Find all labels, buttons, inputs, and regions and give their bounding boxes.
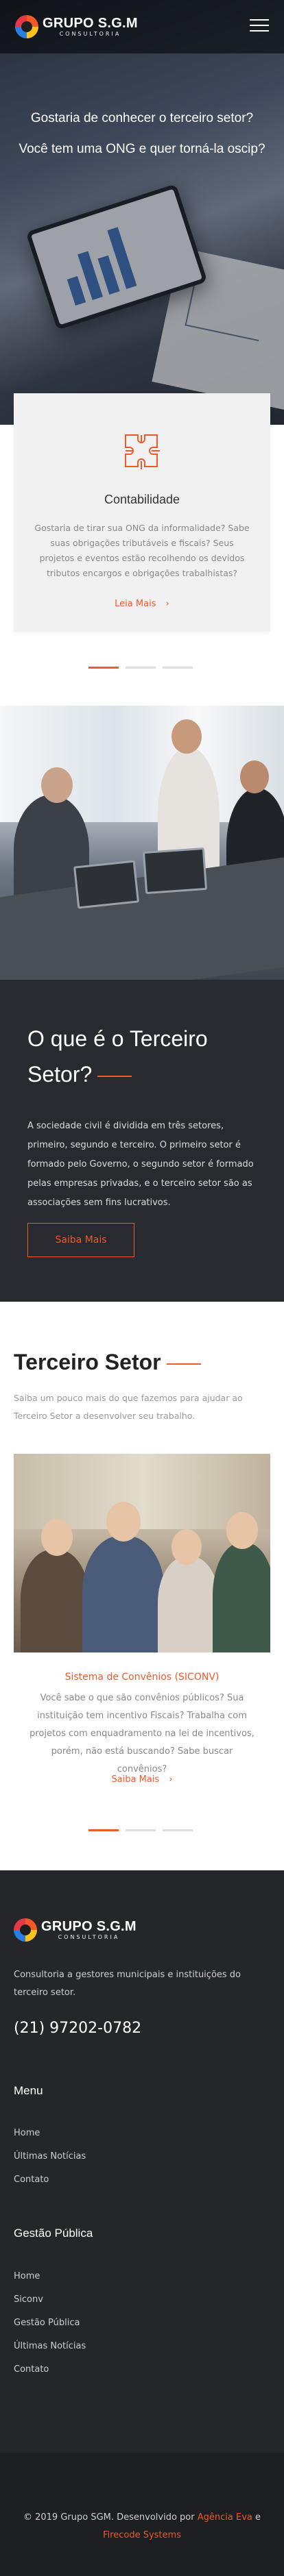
ts-description: Você sabe o que são convênios públicos? … — [29, 1693, 255, 1774]
copyright-prefix: © 2019 Grupo SGM. Desenvolvido por — [23, 2512, 195, 2523]
carousel-dot-1[interactable] — [88, 667, 119, 669]
agency-eva-link[interactable]: Agência Eva — [198, 2512, 252, 2523]
about-text: A sociedade civil é dividida em três set… — [27, 1121, 254, 1208]
footer-gestao-title: Gestão Pública — [14, 2227, 93, 2240]
footer-gestao-news[interactable]: Últimas Notícias — [14, 2335, 86, 2358]
hero-line-2: Você tem uma ONG e quer torná-la oscip? — [19, 142, 265, 156]
footer-about: Consultoria a gestores municipais e inst… — [14, 1970, 241, 1998]
footer-menu-home[interactable]: Home — [14, 2122, 86, 2145]
header-logo[interactable]: GRUPO S.G.M CONSULTORIA — [15, 15, 138, 38]
saiba-mais-button[interactable]: Saiba Mais — [27, 1223, 134, 1257]
title-accent-line — [97, 1075, 132, 1077]
carousel-dot-3[interactable] — [163, 1829, 193, 1831]
ts-saiba-mais-link[interactable]: Saiba Mais › — [0, 1774, 284, 1785]
footer-brand-tagline: CONSULTORIA — [58, 1934, 120, 1940]
hero-line-1: Gostaria de conhecer o terceiro setor? — [30, 111, 254, 125]
footer-menu-contact[interactable]: Contato — [14, 2168, 86, 2192]
ts-title-accent-line — [166, 1363, 201, 1365]
logo-mark-icon — [15, 15, 38, 38]
service-card-contabilidade: Contabilidade Gostaria de tirar sua ONG … — [14, 393, 270, 632]
copyright-bar: © 2019 Grupo SGM. Desenvolvido por Agênc… — [0, 2453, 284, 2576]
read-more-label: Leia Mais — [115, 599, 156, 609]
footer-logo[interactable]: GRUPO S.G.M CONSULTORIA — [14, 1918, 137, 1942]
carousel-dot-1[interactable] — [88, 1829, 119, 1831]
footer-gestao-list: Home Siconv Gestão Pública Últimas Notíc… — [14, 2265, 86, 2381]
site-footer: GRUPO S.G.M CONSULTORIA Consultoria a ge… — [0, 1870, 284, 2453]
terceiro-setor-section: Terceiro Setor Saiba um pouco mais do qu… — [0, 1302, 284, 1863]
about-third-sector-section: O que é o Terceiro Setor? A sociedade ci… — [0, 980, 284, 1302]
copyright-and: e — [255, 2512, 261, 2523]
firecode-link[interactable]: Firecode Systems — [103, 2530, 181, 2540]
logo-mark-icon — [14, 1918, 37, 1942]
top-navbar: GRUPO S.G.M CONSULTORIA — [0, 0, 284, 53]
footer-menu-title: Menu — [14, 2084, 43, 2097]
ts-caption[interactable]: Sistema de Convênios (SICONV) — [0, 1672, 284, 1683]
chevron-right-icon: › — [165, 599, 169, 609]
office-photo — [0, 706, 284, 980]
ts-saiba-mais-label: Saiba Mais — [111, 1774, 160, 1785]
carousel-dots-2 — [88, 1829, 193, 1831]
card-text: Gostaria de tirar sua ONG da informalida… — [34, 523, 250, 578]
carousel-dots-1 — [88, 667, 193, 669]
team-meeting-photo — [14, 1454, 270, 1652]
about-title: O que é o Terceiro Setor? — [27, 1021, 233, 1092]
ts-intro: Saiba um pouco mais do que fazemos para … — [14, 1393, 243, 1421]
footer-menu-news[interactable]: Últimas Notícias — [14, 2145, 86, 2168]
footer-gestao-siconv[interactable]: Siconv — [14, 2288, 86, 2312]
ts-title: Terceiro Setor — [14, 1350, 201, 1375]
brand-name: GRUPO S.G.M — [43, 16, 138, 31]
footer-menu-list: Home Últimas Notícias Contato — [14, 2122, 86, 2192]
carousel-dot-2[interactable] — [126, 667, 156, 669]
about-title-text: O que é o Terceiro Setor? — [27, 1026, 208, 1087]
ts-title-text: Terceiro Setor — [14, 1350, 161, 1374]
card-title: Contabilidade — [104, 493, 180, 506]
footer-gestao-contact[interactable]: Contato — [14, 2358, 86, 2381]
brand-tagline: CONSULTORIA — [59, 31, 121, 37]
footer-phone[interactable]: (21) 97202-0782 — [14, 2020, 141, 2037]
carousel-dot-3[interactable] — [163, 667, 193, 669]
footer-gestao-gestao-publica[interactable]: Gestão Pública — [14, 2312, 86, 2335]
chevron-right-icon: › — [169, 1774, 173, 1785]
puzzle-icon — [125, 434, 160, 469]
hamburger-menu-icon[interactable] — [250, 19, 269, 33]
footer-gestao-home[interactable]: Home — [14, 2265, 86, 2288]
hero-headline: Gostaria de conhecer o terceiro setor? V… — [0, 103, 284, 164]
hero-banner: GRUPO S.G.M CONSULTORIA Gostaria de conh… — [0, 0, 284, 425]
footer-brand-name: GRUPO S.G.M — [41, 1919, 137, 1934]
read-more-link[interactable]: Leia Mais › — [14, 599, 270, 609]
carousel-dot-2[interactable] — [126, 1829, 156, 1831]
